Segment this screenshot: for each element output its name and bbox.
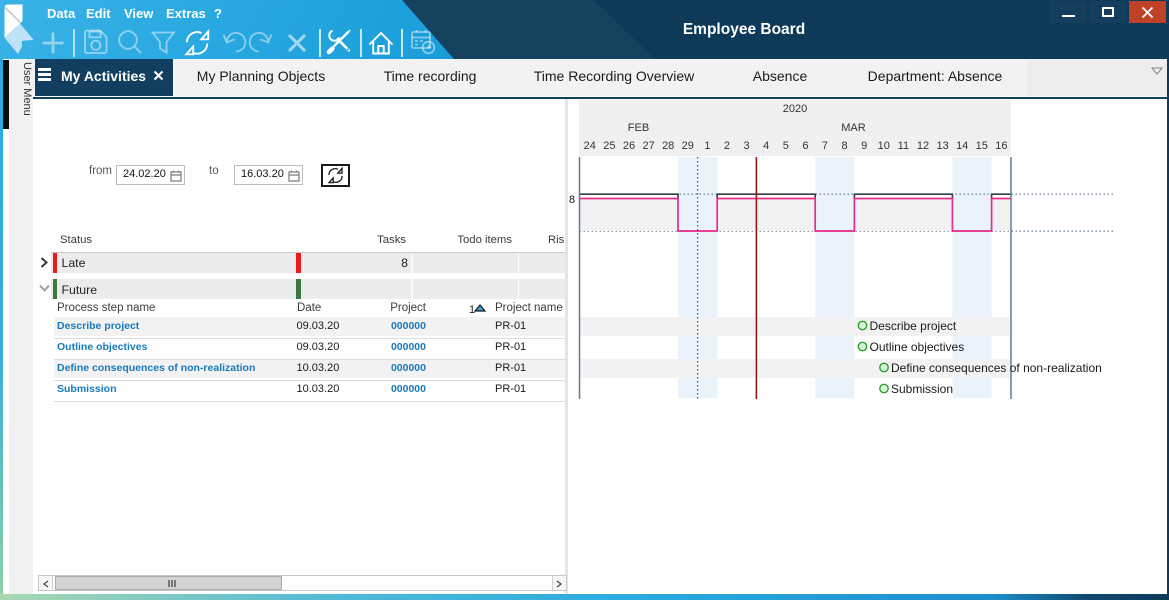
svg-text:Define consequences of non-rea: Define consequences of non-realization [891, 361, 1102, 375]
svg-text:Submission: Submission [891, 382, 953, 396]
svg-text:Outline objectives: Outline objectives [870, 340, 965, 354]
svg-text:Describe project: Describe project [870, 319, 957, 333]
